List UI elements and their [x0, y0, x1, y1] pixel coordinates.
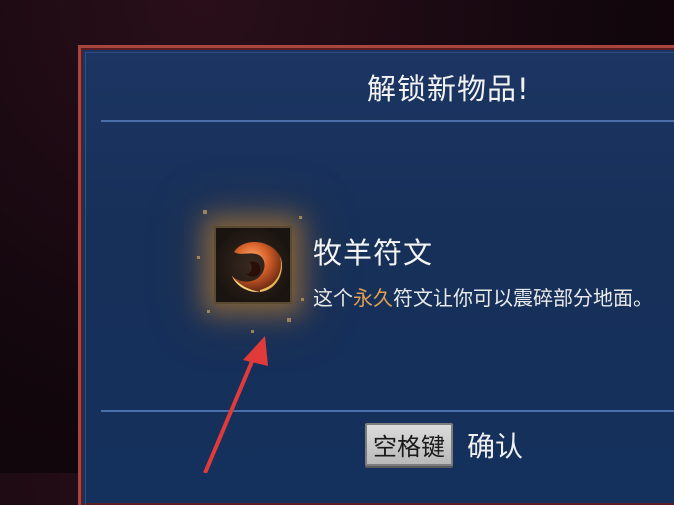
ram-rune-icon — [214, 226, 292, 304]
confirm-prompt[interactable]: 空格键 确认 — [365, 423, 523, 466]
title-divider — [101, 120, 674, 122]
description-highlight: 永久 — [353, 286, 393, 310]
footer-divider — [101, 410, 674, 412]
confirm-label: 确认 — [467, 429, 524, 463]
item-description: 这个永久符文让你可以震碎部分地面。 — [313, 282, 653, 311]
unlock-dialog: 解锁新物品! 牧羊符文 这个永久符文让你可以震碎部分地面。 空格键 确认 — [78, 45, 674, 505]
description-suffix: 符文让你可以震碎部分地面。 — [393, 286, 653, 310]
spacebar-key[interactable]: 空格键 — [365, 423, 453, 466]
description-prefix: 这个 — [313, 286, 353, 310]
item-name: 牧羊符文 — [313, 236, 434, 270]
